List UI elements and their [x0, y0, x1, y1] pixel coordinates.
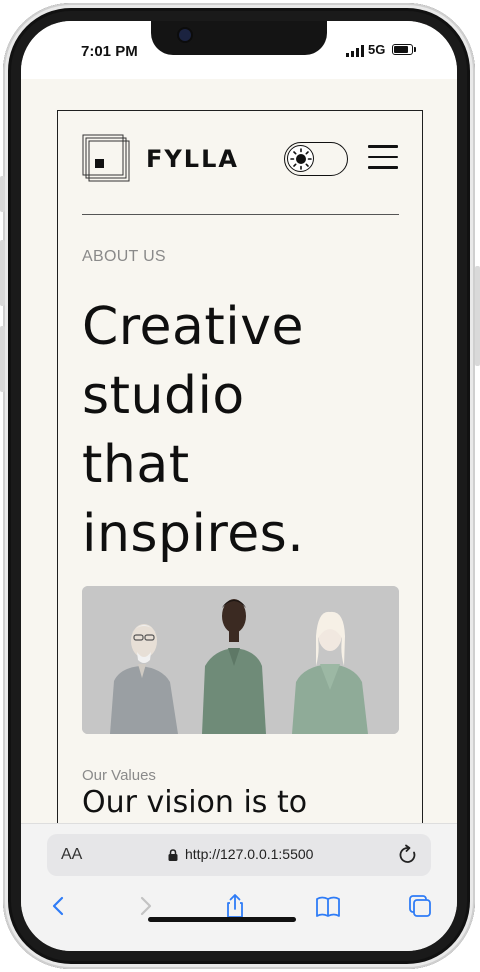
- tabs-icon[interactable]: [406, 892, 434, 920]
- battery-icon: [392, 44, 413, 55]
- reload-icon[interactable]: [397, 844, 419, 866]
- brand-name[interactable]: FYLLA: [146, 145, 239, 173]
- address-bar[interactable]: AA http://127.0.0.1:5500: [47, 834, 431, 876]
- front-camera: [179, 29, 191, 41]
- home-indicator: [148, 917, 296, 922]
- section-eyebrow: ABOUT US: [82, 248, 166, 265]
- values-label: Our Values: [82, 767, 156, 784]
- back-icon[interactable]: [45, 892, 73, 920]
- network-label: 5G: [368, 42, 386, 57]
- bookmarks-icon[interactable]: [314, 892, 342, 920]
- signal-icon: [346, 45, 364, 57]
- hero-line: inspires.: [82, 504, 305, 564]
- notch: [151, 21, 327, 55]
- hero-line: that: [82, 435, 190, 495]
- hero-line: Creative: [82, 297, 305, 357]
- browser-toolbar: AA http://127.0.0.1:5500: [21, 823, 457, 951]
- text-size-button[interactable]: AA: [61, 846, 82, 864]
- url-text[interactable]: http://127.0.0.1:5500: [185, 846, 313, 862]
- volume-up-button: [0, 240, 5, 306]
- power-button: [475, 266, 480, 366]
- sun-icon: [290, 148, 312, 170]
- hero-title: Creative studio that inspires.: [82, 293, 402, 569]
- team-photo: [82, 586, 399, 734]
- screen: 7:01 PM 5G FYLLA ABOUT US Creative studi…: [21, 21, 457, 951]
- lock-icon: [168, 849, 178, 861]
- values-title: Our vision is to: [82, 785, 308, 820]
- status-time: 7:01 PM: [81, 43, 138, 60]
- volume-down-button: [0, 326, 5, 392]
- forward-icon[interactable]: [131, 892, 159, 920]
- share-icon[interactable]: [221, 892, 249, 920]
- logo-icon[interactable]: [82, 134, 130, 182]
- status-bar: 7:01 PM 5G: [21, 21, 457, 79]
- hamburger-menu-icon[interactable]: [368, 145, 398, 171]
- hero-line: studio: [82, 366, 245, 426]
- header-divider: [82, 214, 399, 215]
- side-button: [0, 176, 5, 212]
